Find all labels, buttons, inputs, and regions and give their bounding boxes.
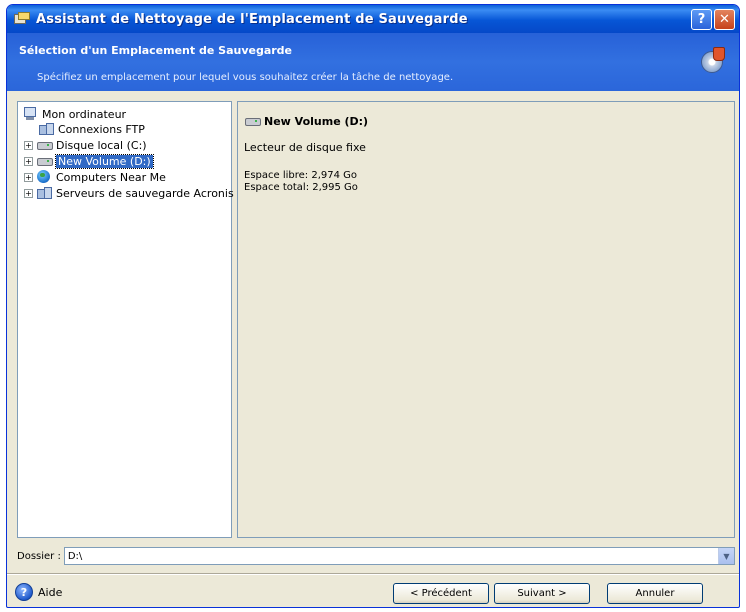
cancel-button[interactable]: Annuler — [607, 583, 703, 604]
detail-header: New Volume (D:) — [244, 114, 368, 128]
expand-icon[interactable]: + — [24, 188, 33, 198]
network-icon — [36, 186, 52, 200]
tree-item-label: Serveurs de sauvegarde Acronis — [56, 186, 234, 200]
next-button[interactable]: Suivant > — [494, 583, 590, 604]
previous-button[interactable]: < Précédent — [393, 583, 489, 604]
close-button[interactable]: ✕ — [714, 9, 735, 30]
help-title-button[interactable]: ? — [691, 9, 712, 30]
computer-icon — [22, 107, 38, 121]
wizard-header: Sélection d'un Emplacement de Sauvegarde… — [7, 33, 739, 91]
header-subtitle: Spécifiez un emplacement pour lequel vou… — [37, 72, 454, 83]
location-tree[interactable]: Mon ordinateur Connexions FTP + Disque l… — [17, 101, 234, 538]
folder-input[interactable] — [64, 548, 734, 564]
drive-icon — [36, 154, 53, 168]
tree-item-computers-near-me[interactable]: + Computers Near Me — [24, 169, 166, 185]
app-icon — [14, 12, 30, 26]
expand-icon[interactable]: + — [24, 140, 33, 150]
expand-icon[interactable]: + — [24, 172, 33, 182]
folder-label: Dossier : — [17, 550, 61, 562]
drive-icon — [244, 114, 261, 128]
tree-item-label: Mon ordinateur — [42, 107, 127, 121]
wizard-window: Assistant de Nettoyage de l'Emplacement … — [6, 4, 740, 608]
detail-panel: New Volume (D:) Lecteur de disque fixe E… — [237, 101, 735, 538]
detail-title: New Volume (D:) — [264, 114, 369, 128]
free-space: Espace libre: 2,974 Go — [244, 170, 358, 181]
help-label[interactable]: Aide — [38, 586, 62, 599]
tree-item-ftp[interactable]: Connexions FTP — [38, 121, 145, 137]
drive-icon — [36, 138, 53, 152]
total-space: Espace total: 2,995 Go — [244, 182, 358, 193]
tree-item-label: Computers Near Me — [56, 170, 166, 184]
tree-item-label: New Volume (D:) — [55, 153, 154, 169]
network-icon — [38, 122, 54, 136]
chevron-down-icon[interactable]: ▼ — [718, 548, 734, 564]
tree-item-label: Connexions FTP — [58, 122, 145, 136]
tree-item-new-volume-d[interactable]: + New Volume (D:) — [24, 153, 154, 169]
tree-item-my-computer[interactable]: Mon ordinateur — [22, 106, 126, 122]
footer-divider — [7, 573, 739, 575]
tree-item-local-disk-c[interactable]: + Disque local (C:) — [24, 137, 147, 153]
drive-type: Lecteur de disque fixe — [244, 141, 366, 154]
tree-item-label: Disque local (C:) — [56, 138, 147, 152]
globe-icon — [36, 170, 52, 184]
window-title: Assistant de Nettoyage de l'Emplacement … — [36, 11, 468, 27]
expand-icon[interactable]: + — [24, 156, 33, 166]
cleanup-icon — [701, 47, 727, 73]
header-title: Sélection d'un Emplacement de Sauvegarde — [19, 44, 293, 57]
tree-item-acronis-servers[interactable]: + Serveurs de sauvegarde Acronis — [24, 185, 234, 201]
help-link[interactable]: ? Aide — [15, 583, 62, 601]
folder-combobox[interactable]: ▼ — [63, 547, 735, 565]
folder-row: Dossier : ▼ — [17, 546, 735, 566]
help-icon[interactable]: ? — [15, 583, 33, 601]
title-bar[interactable]: Assistant de Nettoyage de l'Emplacement … — [7, 5, 739, 33]
